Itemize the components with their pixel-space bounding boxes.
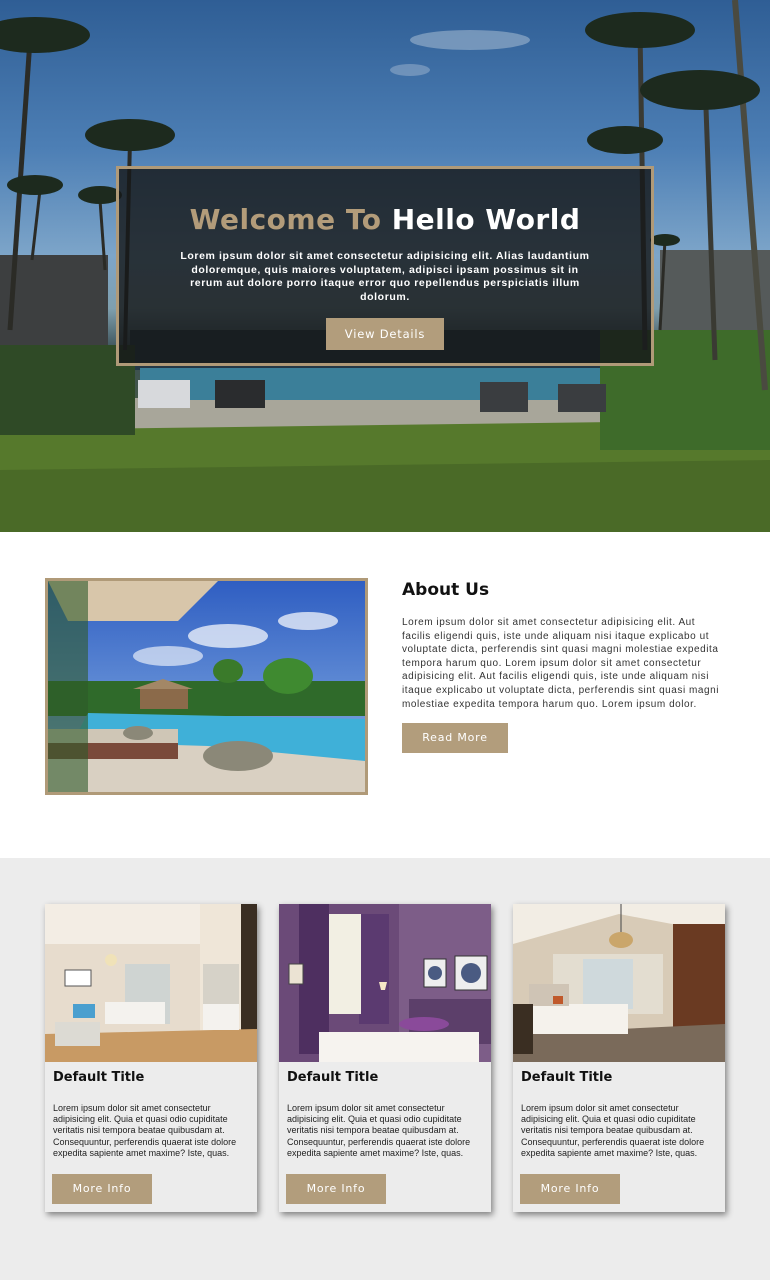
room-card: Default Title Lorem ipsum dolor sit amet… — [513, 904, 725, 1212]
view-details-button[interactable]: View Details — [326, 318, 444, 350]
read-more-button[interactable]: Read More — [402, 723, 508, 754]
hero-section: Welcome To Hello World Lorem ipsum dolor… — [0, 0, 770, 532]
room-image — [513, 904, 725, 1062]
card-description: Lorem ipsum dolor sit amet consectetur a… — [53, 1103, 237, 1158]
room-card: Default Title Lorem ipsum dolor sit amet… — [45, 904, 257, 1212]
card-description: Lorem ipsum dolor sit amet consectetur a… — [521, 1103, 705, 1158]
hero-title: Welcome To Hello World — [119, 203, 651, 236]
more-info-button[interactable]: More Info — [520, 1174, 620, 1204]
card-description: Lorem ipsum dolor sit amet consectetur a… — [287, 1103, 471, 1158]
room-image — [279, 904, 491, 1062]
hero-description: Lorem ipsum dolor sit amet consectetur a… — [180, 250, 590, 303]
about-section: About Us Lorem ipsum dolor sit amet cons… — [0, 532, 770, 858]
hero-title-welcome: Welcome To — [189, 203, 382, 236]
hero-banner: Welcome To Hello World Lorem ipsum dolor… — [116, 166, 654, 366]
card-title: Default Title — [287, 1070, 379, 1085]
about-content: About Us Lorem ipsum dolor sit amet cons… — [402, 580, 724, 754]
more-info-button[interactable]: More Info — [52, 1174, 152, 1204]
about-pool-image — [45, 578, 368, 795]
more-info-button[interactable]: More Info — [286, 1174, 386, 1204]
card-title: Default Title — [53, 1070, 145, 1085]
hero-title-hello-world: Hello World — [391, 203, 581, 236]
card-title: Default Title — [521, 1070, 613, 1085]
rooms-section: Default Title Lorem ipsum dolor sit amet… — [0, 858, 770, 1280]
about-description: Lorem ipsum dolor sit amet consectetur a… — [402, 617, 720, 710]
room-card: Default Title Lorem ipsum dolor sit amet… — [279, 904, 491, 1212]
room-image — [45, 904, 257, 1062]
about-title: About Us — [402, 580, 490, 600]
